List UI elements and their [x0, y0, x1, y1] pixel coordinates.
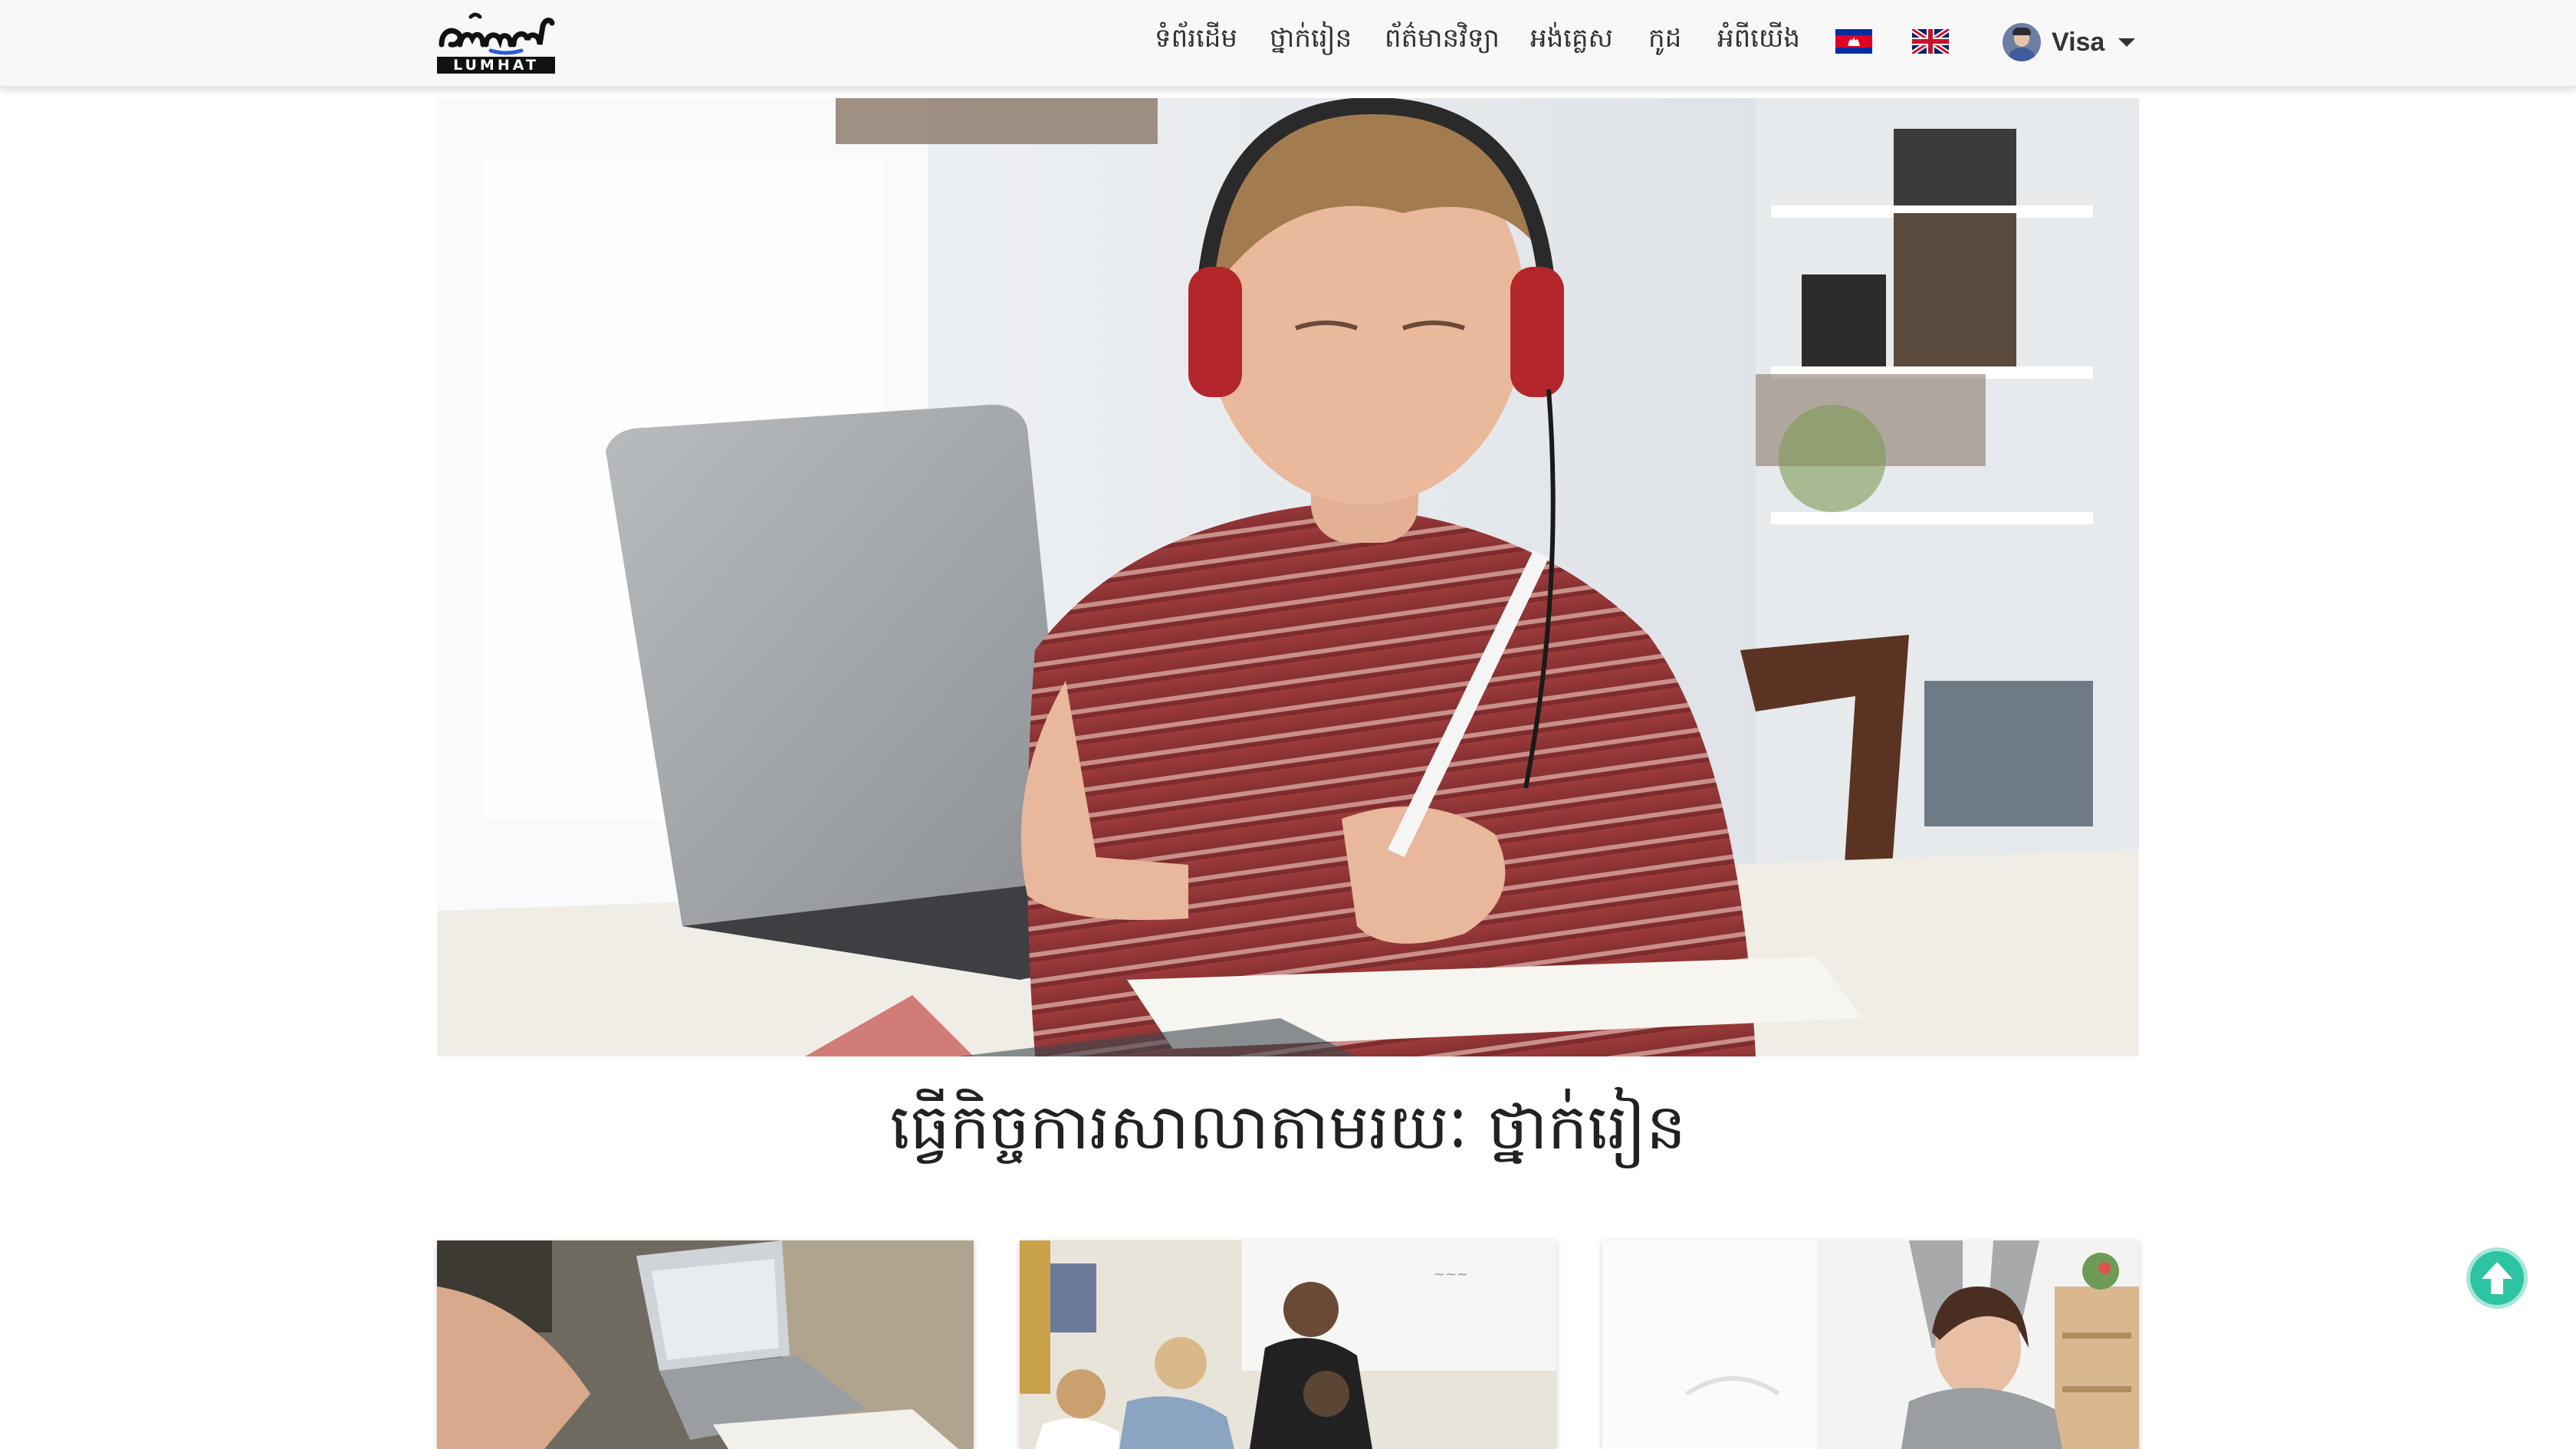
- nav-about[interactable]: អំពីយើង: [1717, 21, 1800, 60]
- cambodia-flag-icon[interactable]: [1835, 29, 1872, 54]
- hero-image: [437, 98, 2139, 1056]
- nav-home[interactable]: ទំព័រដើម: [1155, 21, 1237, 60]
- caret-down-icon: [2118, 38, 2136, 47]
- nav-it-news[interactable]: ព័ត៌មានវិទ្យា: [1385, 21, 1500, 60]
- nav-english[interactable]: អង់គ្លេស: [1530, 21, 1613, 60]
- logo-script: [439, 12, 555, 55]
- card-2[interactable]: ~~~: [1020, 1240, 1556, 1449]
- navbar: LUMHAT ទំព័រដើម ថ្នាក់រៀន ព័ត៌មានវិទ្យា …: [0, 0, 2576, 87]
- user-menu[interactable]: Visa: [2003, 21, 2136, 63]
- card-3[interactable]: [1602, 1240, 2139, 1449]
- user-name: Visa: [2052, 27, 2105, 57]
- uk-flag-icon[interactable]: [1912, 29, 1949, 54]
- nav-code[interactable]: កូដ: [1648, 21, 1681, 60]
- classroom-teacher-photo: ~~~: [1020, 1240, 1556, 1449]
- site-logo[interactable]: LUMHAT: [435, 11, 557, 75]
- laptop-study-photo: [437, 1240, 974, 1449]
- card-1[interactable]: [437, 1240, 974, 1449]
- page-title: ធ្វើកិច្ចការសាលាតាមរយៈ ថ្នាក់រៀន: [889, 1091, 1687, 1164]
- nav-classroom[interactable]: ថ្នាក់រៀន: [1270, 21, 1352, 60]
- scroll-to-top-button[interactable]: [2470, 1251, 2524, 1305]
- svg-text:~~~: ~~~: [1434, 1267, 1468, 1283]
- logo-wordmark: LUMHAT: [437, 57, 555, 74]
- student-with-headphones-laptop-photo: [437, 98, 2139, 1056]
- user-avatar-icon: [2003, 23, 2041, 61]
- celebrating-woman-photo: [1602, 1240, 2139, 1449]
- arrow-up-circle-icon: [2482, 1262, 2512, 1294]
